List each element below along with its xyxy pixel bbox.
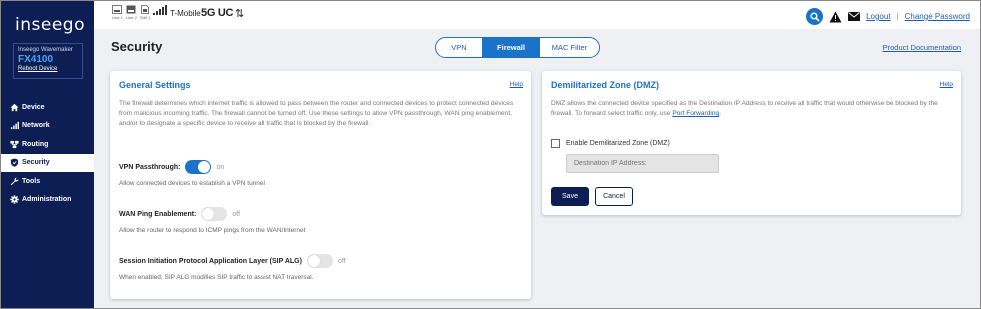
signal-strength-icon xyxy=(153,5,168,15)
warning-icon[interactable] xyxy=(829,11,842,23)
home-icon xyxy=(9,103,19,112)
device-model: FX4100 xyxy=(18,54,54,65)
status-caption: Line 2 xyxy=(125,15,137,20)
sidebar-item-label: Routing xyxy=(22,140,49,148)
dmz-help-link[interactable]: Help xyxy=(940,81,953,88)
security-tabs: VPN Firewall MAC Filter xyxy=(435,37,600,58)
description-period: . xyxy=(719,110,722,117)
sidebar-item-administration[interactable]: Administration xyxy=(1,191,94,210)
sip-alg-toggle[interactable] xyxy=(306,254,333,268)
shield-icon xyxy=(9,158,19,167)
general-settings-card: General Settings Help The firewall deter… xyxy=(110,71,531,299)
setting-label: VPN Passthrough: xyxy=(119,163,181,171)
cancel-button[interactable]: Cancel xyxy=(595,187,633,206)
sim-status: SIM 1 xyxy=(140,5,150,20)
sidebar-item-device[interactable]: Device xyxy=(1,98,94,117)
destination-ip-input[interactable] xyxy=(566,154,719,173)
phone-line-icon xyxy=(112,5,123,14)
enable-dmz-label: Enable Demilitarized Zone (DMZ) xyxy=(566,140,670,147)
vpn-passthrough-toggle[interactable] xyxy=(185,160,212,174)
dmz-description: DMZ allows the connected device specifie… xyxy=(551,99,954,119)
carrier-name: T-Mobile xyxy=(170,9,201,18)
main-content: Security VPN Firewall MAC Filter Product… xyxy=(94,29,980,308)
toggle-knob xyxy=(198,161,211,173)
wan-ping-setting: WAN Ping Enablement: off Allow the route… xyxy=(119,207,305,234)
toggle-state: on xyxy=(216,163,225,171)
sidebar-item-label: Device xyxy=(22,103,45,111)
product-documentation-link[interactable]: Product Documentation xyxy=(883,43,961,52)
link-separator: | xyxy=(896,12,899,21)
tab-firewall[interactable]: Firewall xyxy=(482,38,540,57)
toggle-state: off xyxy=(232,210,241,218)
general-help-link[interactable]: Help xyxy=(510,81,523,88)
setting-note: Allow connected devices to establish a V… xyxy=(119,180,265,187)
change-password-link[interactable]: Change Password xyxy=(905,12,970,21)
setting-note: When enabled, SIP ALG modifies SIP traff… xyxy=(119,274,314,281)
sidebar: inseego Inseego Wavemaker FX4100 Reboot … xyxy=(1,1,94,308)
status-caption: SIM 1 xyxy=(139,15,151,20)
logout-link[interactable]: Logout xyxy=(866,12,890,21)
toggle-state: off xyxy=(337,257,346,265)
dmz-card: Demilitarized Zone (DMZ) Help DMZ allows… xyxy=(542,71,961,215)
sidebar-item-label: Security xyxy=(22,159,50,167)
enable-dmz-row: Enable Demilitarized Zone (DMZ) xyxy=(551,139,670,148)
search-icon xyxy=(810,12,820,22)
signal-bars-icon xyxy=(9,121,19,130)
sidebar-item-label: Administration xyxy=(22,196,72,204)
sidebar-item-tools[interactable]: Tools xyxy=(1,172,94,191)
inseego-logo: inseego xyxy=(15,15,85,35)
port-forwarding-link[interactable]: Port Forwarding xyxy=(672,110,719,117)
setting-label: WAN Ping Enablement: xyxy=(119,210,197,218)
setting-note: Allow the router to respond to ICMP ping… xyxy=(119,227,306,234)
tab-vpn[interactable]: VPN xyxy=(436,38,482,57)
vpn-passthrough-setting: VPN Passthrough: on Allow connected devi… xyxy=(119,160,265,187)
routing-icon xyxy=(9,140,19,149)
reboot-device-link[interactable]: Reboot Device xyxy=(18,66,78,72)
sidebar-item-security[interactable]: Security xyxy=(1,153,94,172)
save-button[interactable]: Save xyxy=(551,187,589,206)
toggle-knob xyxy=(307,255,320,267)
sidebar-item-network[interactable]: Network xyxy=(1,117,94,136)
sidebar-item-routing[interactable]: Routing xyxy=(1,135,94,154)
sidebar-nav: Device Network Routing Security Tools Ad… xyxy=(1,98,94,209)
wrench-icon xyxy=(9,177,19,186)
top-right-controls: Logout | Change Password xyxy=(806,8,970,25)
dmz-title: Demilitarized Zone (DMZ) xyxy=(551,80,660,90)
network-type: 5G UC xyxy=(201,7,234,19)
general-settings-title: General Settings xyxy=(119,80,191,90)
setting-label: Session Initiation Protocol Application … xyxy=(119,257,302,265)
page-title: Security xyxy=(111,39,163,54)
sim-card-icon xyxy=(141,5,149,14)
wan-ping-toggle[interactable] xyxy=(201,207,228,221)
tab-mac-filter[interactable]: MAC Filter xyxy=(540,38,599,57)
toggle-knob xyxy=(202,208,215,220)
status-caption: Line 1 xyxy=(112,15,123,20)
phone-line-icon xyxy=(126,5,136,14)
line1-status: Line 1 xyxy=(112,5,123,20)
search-button[interactable] xyxy=(806,8,824,25)
enable-dmz-checkbox[interactable] xyxy=(551,139,560,148)
general-description: The firewall determines which internet t… xyxy=(119,100,514,127)
sidebar-item-label: Tools xyxy=(22,177,41,185)
sip-alg-setting: Session Initiation Protocol Application … xyxy=(119,254,346,281)
data-transfer-arrows-icon: ⇅ xyxy=(235,8,245,20)
device-info-box: Inseego Wavemaker FX4100 Reboot Device xyxy=(13,43,83,79)
dmz-description-text: DMZ allows the connected device specifie… xyxy=(551,100,938,117)
status-icons: Line 1 Line 2 SIM 1 xyxy=(112,5,169,20)
gear-icon xyxy=(9,195,19,204)
top-bar: Line 1 Line 2 SIM 1 T-Mobile 5G UC ⇅ Log… xyxy=(94,1,980,29)
messages-envelope-icon[interactable] xyxy=(848,12,861,21)
line2-status: Line 2 xyxy=(126,5,137,20)
device-brand: Inseego Wavemaker xyxy=(18,47,73,53)
sidebar-item-label: Network xyxy=(22,122,50,130)
